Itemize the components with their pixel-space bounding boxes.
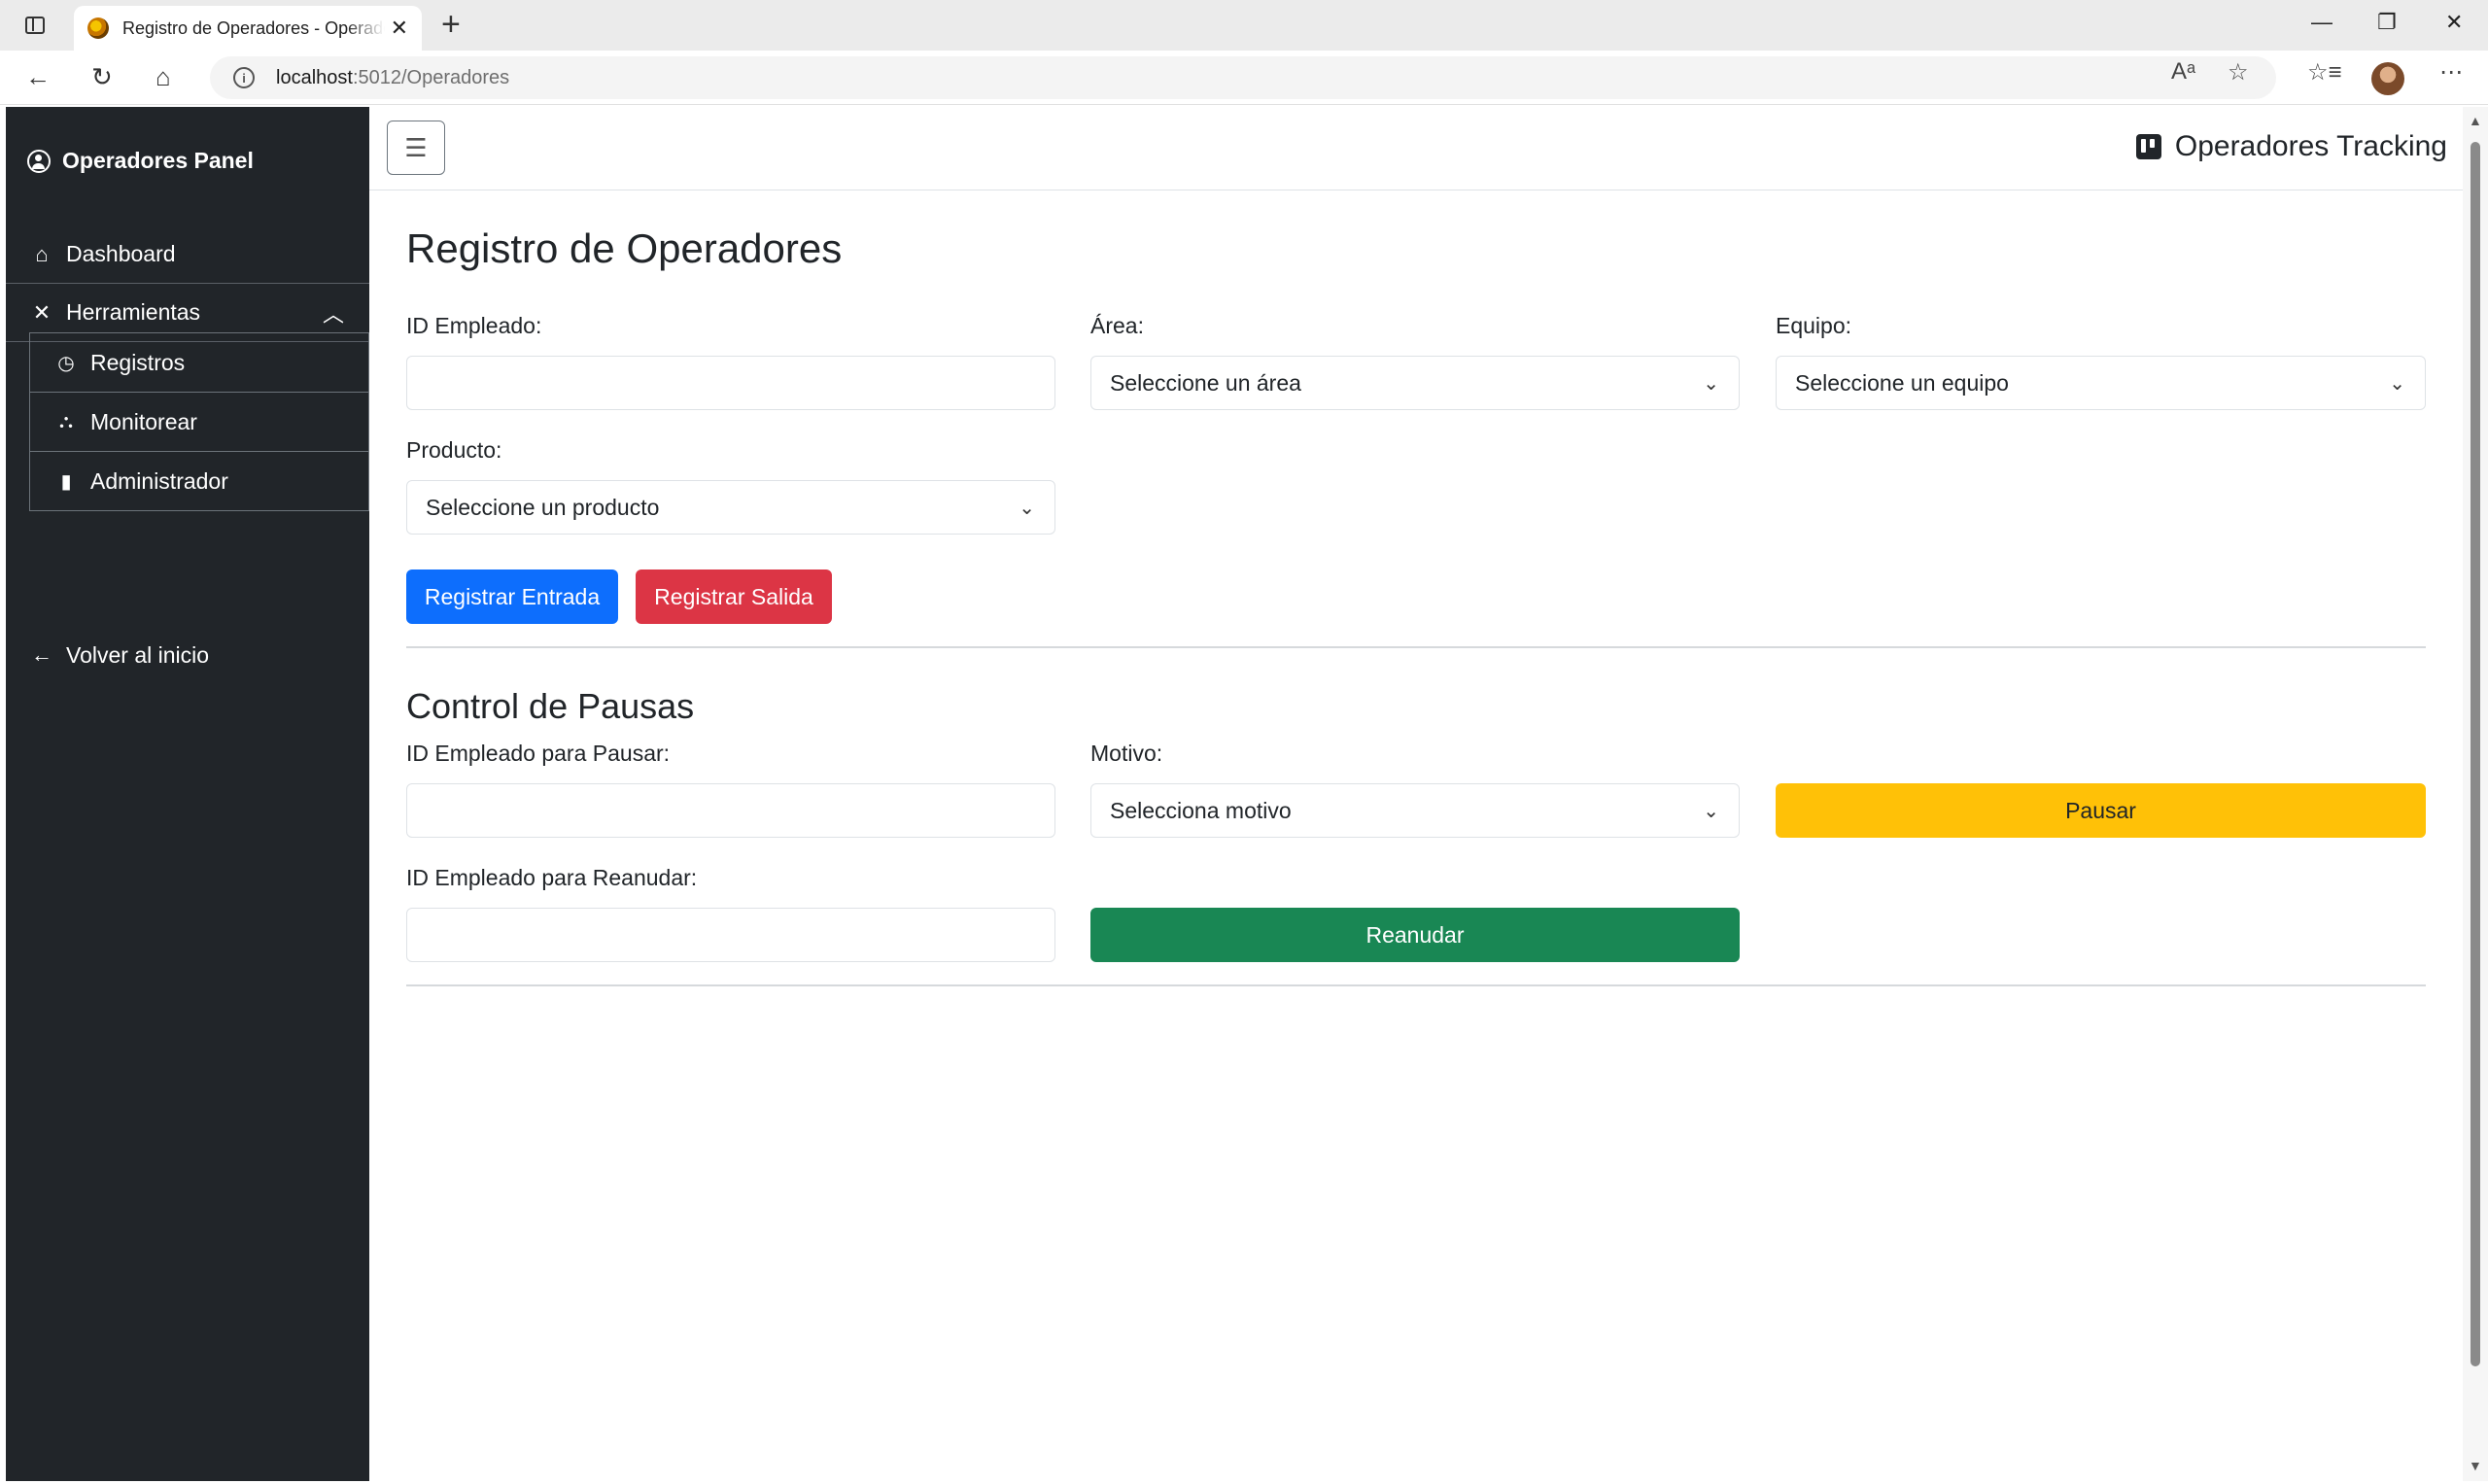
house-icon: ⌂ xyxy=(35,241,49,266)
sidebar-item-label: Registros xyxy=(90,349,186,375)
kanban-icon xyxy=(2135,134,2161,159)
chevron-down-icon: ⌄ xyxy=(1703,372,1719,395)
producto-label: Producto: xyxy=(406,437,502,463)
window-close-icon[interactable]: ✕ xyxy=(2445,10,2463,35)
url-text: localhost:5012/Operadores xyxy=(276,66,510,88)
sidebar-item-label: Monitorear xyxy=(90,408,197,434)
menu-toggle-button[interactable]: ☰ xyxy=(387,121,445,175)
sidebar-item-administrador[interactable]: ▮ Administrador xyxy=(30,451,368,510)
pausar-button[interactable]: Pausar xyxy=(1776,783,2426,838)
section-divider xyxy=(406,646,2426,648)
minimize-icon[interactable]: — xyxy=(2311,10,2332,35)
admin-badge-icon: ▮ xyxy=(60,470,72,493)
id-empleado-input[interactable] xyxy=(406,356,1055,410)
refresh-icon[interactable]: ↻ xyxy=(91,62,113,91)
producto-selected-value: Seleccione un producto xyxy=(426,494,660,520)
read-aloud-icon[interactable]: Aᵃ xyxy=(2171,58,2195,86)
area-label: Área: xyxy=(1090,313,1144,338)
reanudar-button[interactable]: Reanudar xyxy=(1090,908,1740,962)
scroll-down-icon[interactable]: ▼ xyxy=(2469,1458,2482,1473)
id-pausar-label: ID Empleado para Pausar: xyxy=(406,741,671,766)
sidebar-item-registros[interactable]: ◷ Registros xyxy=(30,332,368,392)
herramientas-submenu: ◷ Registros ⛬ Monitorear ▮ Administrador xyxy=(29,332,369,511)
chevron-down-icon: ⌄ xyxy=(1019,497,1035,519)
sidebar: Operadores Panel ⌂ Dashboard ✕ Herramien… xyxy=(6,107,369,1481)
equipo-selected-value: Seleccione un equipo xyxy=(1795,369,2009,396)
sidebar-brand-label: Operadores Panel xyxy=(62,148,254,173)
motivo-selected-value: Selecciona motivo xyxy=(1110,797,1292,823)
browser-tab-active[interactable]: Registro de Operadores - Operadores ✕ xyxy=(74,6,422,51)
sidebar-item-dashboard[interactable]: ⌂ Dashboard xyxy=(6,225,369,284)
area-select[interactable]: Seleccione un área ⌄ xyxy=(1090,356,1740,410)
favorite-star-icon[interactable]: ☆ xyxy=(2228,58,2249,86)
site-favicon-icon xyxy=(87,17,109,39)
motivo-select[interactable]: Selecciona motivo ⌄ xyxy=(1090,783,1740,838)
tab-actions-button[interactable] xyxy=(19,12,51,39)
sidebar-item-label: Herramientas xyxy=(66,299,201,325)
id-reanudar-input[interactable] xyxy=(406,908,1055,962)
top-navbar: ☰ Operadores Tracking xyxy=(369,107,2463,190)
registrar-entrada-button[interactable]: Registrar Entrada xyxy=(406,569,618,624)
page-title: Registro de Operadores xyxy=(406,225,843,271)
browser-tab-bar: Registro de Operadores - Operadores ✕ + … xyxy=(0,0,2488,51)
sidebar-item-label: Volver al inicio xyxy=(66,641,210,668)
pausas-section-title: Control de Pausas xyxy=(406,686,695,726)
diagram-icon: ⛬ xyxy=(59,410,73,432)
tab-title: Registro de Operadores - Operadores xyxy=(122,17,385,38)
navbar-brand[interactable]: Operadores Tracking xyxy=(2135,130,2447,163)
equipo-label: Equipo: xyxy=(1776,313,1852,338)
address-bar[interactable]: i localhost:5012/Operadores xyxy=(210,56,2276,99)
sidebar-item-monitorear[interactable]: ⛬ Monitorear xyxy=(30,392,368,451)
id-reanudar-label: ID Empleado para Reanudar: xyxy=(406,865,698,890)
back-arrow-icon[interactable]: ← xyxy=(25,62,51,91)
equipo-select[interactable]: Seleccione un equipo ⌄ xyxy=(1776,356,2426,410)
more-menu-icon[interactable]: ⋯ xyxy=(2439,58,2463,86)
id-empleado-label: ID Empleado: xyxy=(406,313,542,338)
chevron-down-icon: ⌄ xyxy=(1703,800,1719,822)
producto-select[interactable]: Seleccione un producto ⌄ xyxy=(406,480,1055,535)
site-info-icon[interactable]: i xyxy=(233,67,255,88)
section-divider xyxy=(406,984,2426,986)
restore-icon[interactable]: ❐ xyxy=(2377,10,2397,35)
motivo-label: Motivo: xyxy=(1090,741,1163,766)
browser-toolbar: ← ↻ ⌂ i localhost:5012/Operadores Aᵃ ☆ ☆… xyxy=(0,51,2488,105)
sidebar-layout-icon xyxy=(25,17,45,34)
home-icon[interactable]: ⌂ xyxy=(156,62,171,91)
scrollbar-thumb[interactable] xyxy=(2471,142,2480,1366)
area-selected-value: Seleccione un área xyxy=(1110,369,1301,396)
scroll-up-icon[interactable]: ▲ xyxy=(2469,113,2482,128)
new-tab-button[interactable]: + xyxy=(441,8,461,41)
sidebar-item-back[interactable]: ← Volver al inicio xyxy=(6,626,369,684)
navbar-brand-label: Operadores Tracking xyxy=(2174,130,2447,162)
arrow-left-icon: ← xyxy=(31,642,52,667)
tab-close-icon[interactable]: ✕ xyxy=(391,16,408,41)
page-scrollbar[interactable]: ▲ ▼ xyxy=(2463,107,2488,1481)
sidebar-brand[interactable]: Operadores Panel xyxy=(27,148,254,174)
sidebar-item-label: Dashboard xyxy=(66,241,176,266)
profile-avatar[interactable] xyxy=(2371,62,2404,95)
chevron-down-icon: ⌄ xyxy=(2389,372,2405,395)
favorites-list-icon[interactable]: ☆≡ xyxy=(2307,58,2342,86)
sidebar-item-label: Administrador xyxy=(90,467,228,494)
user-circle-icon xyxy=(27,149,51,173)
chevron-up-icon: ︿ xyxy=(322,301,344,327)
registrar-salida-button[interactable]: Registrar Salida xyxy=(636,569,832,624)
tools-icon: ✕ xyxy=(32,299,52,325)
id-pausar-input[interactable] xyxy=(406,783,1055,838)
clock-icon: ◷ xyxy=(57,352,75,374)
